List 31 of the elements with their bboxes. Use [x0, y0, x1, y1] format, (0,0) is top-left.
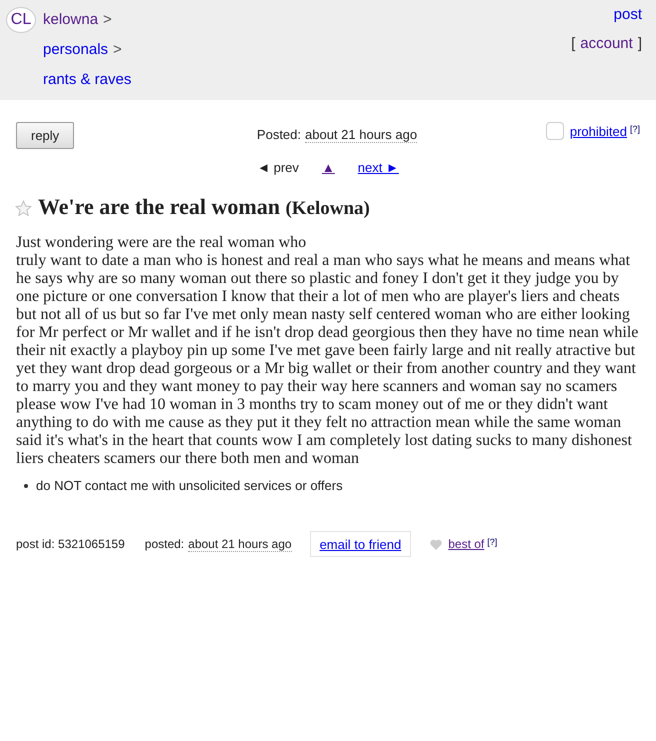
breadcrumb-link[interactable]: rants & raves [43, 65, 132, 95]
star-icon[interactable] [15, 200, 32, 216]
reply-button[interactable]: reply [16, 122, 74, 149]
nav-link[interactable]: ▲ [322, 160, 335, 175]
prev-text: ◄ prev [257, 160, 299, 175]
posted-label: Posted: [256, 126, 302, 142]
heart-icon[interactable] [430, 538, 442, 550]
logo[interactable]: CL [6, 7, 36, 33]
posted-label: posted: [144, 536, 184, 552]
posting-title: We're are the real woman (Kelowna) [38, 194, 370, 221]
breadcrumb-separator: > [103, 10, 112, 30]
help-link[interactable]: [?] [630, 124, 640, 134]
help-link[interactable]: [?] [487, 537, 498, 547]
breadcrumb-separator: > [113, 40, 122, 60]
flag-checkbox[interactable] [546, 122, 564, 140]
email-to-friend-button[interactable]: email to friend [310, 531, 412, 557]
breadcrumb-link[interactable]: kelowna [43, 5, 98, 35]
account-link[interactable]: account [580, 34, 633, 54]
breadcrumb-link[interactable]: personals [43, 35, 108, 65]
posted-time: about 21 hours ago [188, 536, 292, 552]
prohibited-link[interactable]: prohibited [570, 124, 627, 138]
posted-time: about 21 hours ago [305, 126, 418, 142]
posting-body: Just wondering were are the real woman who truly want to date a man who is honest and real a man who says what he means and means what he says why are so many woman out there so plastic and foney I don't get it they judge you by one picture or one conversation I know that their a lot of men who are player's liers and cheats but not all of us but so far I've met only mean nasty self centered woman who are either looking for Mr perfect or Mr wallet and if he isn't drop dead georgious then they have no time nean while their nit exactly a playboy pin up some I've met gave been fairly large and nit really atractive but yet they want drop dead gorgeous or a Mr big wallet or their from another country and they want to marry you and they want money to pay their way here scanners and woman say no scamers please wow I've had 10 woman in 3 months try to scam money out of me or they didn't want anything to do with me cause as they put it they felt no attraction mean while the same woman said it's what's in the heart that counts wow I am completely lost dating sucks to many dishonest liers cheaters scamers our there both men and woman [15, 234, 640, 468]
best-of-link[interactable]: best of [448, 537, 484, 551]
bullet-icon [24, 484, 28, 488]
post-link[interactable]: post [614, 5, 642, 25]
nav-link[interactable]: next ► [358, 160, 399, 175]
bracket: ] [638, 34, 642, 54]
post-id: post id: 5321065159 [16, 537, 125, 551]
bracket: [ [571, 34, 576, 54]
notice-text: do NOT contact me with unsolicited services or offers [36, 478, 343, 493]
